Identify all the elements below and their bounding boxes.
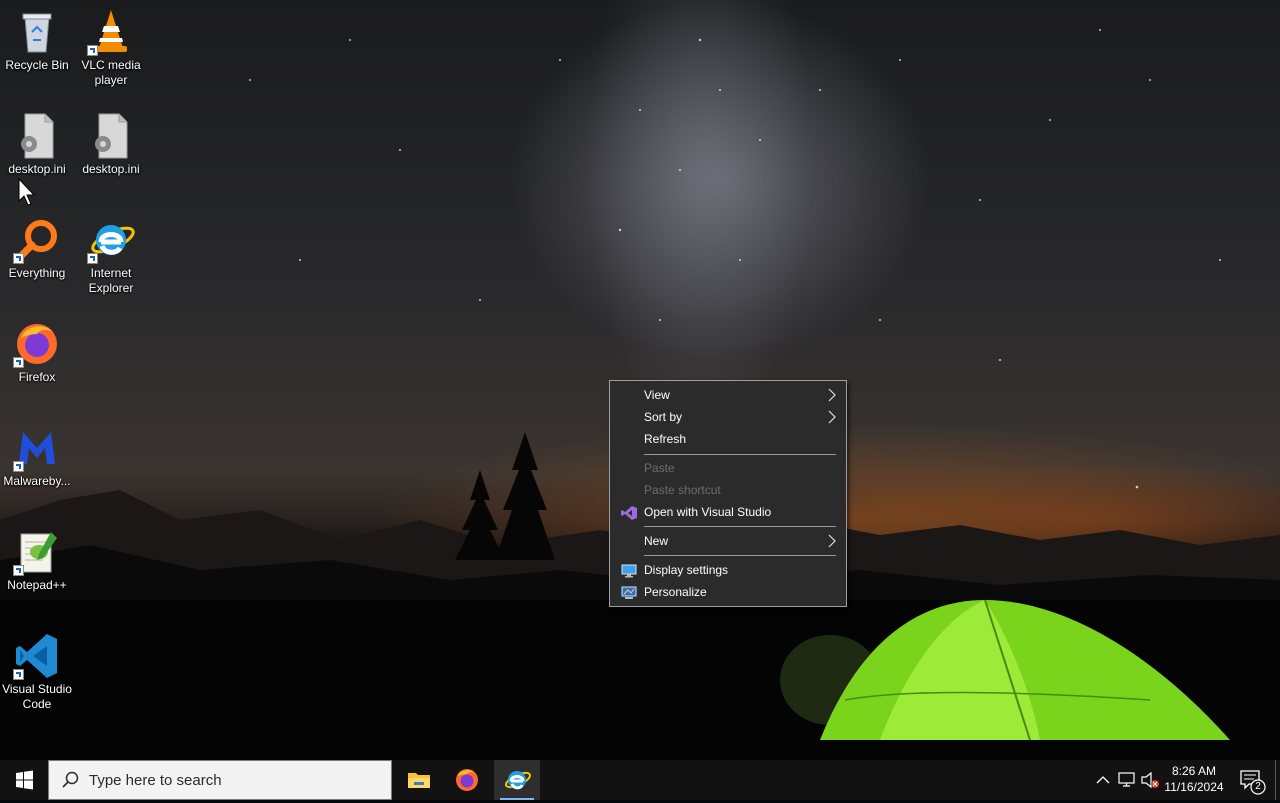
- network-status-button[interactable]: [1116, 760, 1138, 800]
- taskbar-search-box[interactable]: Type here to search: [48, 760, 392, 800]
- network-icon: [1118, 772, 1135, 787]
- notepadpp-icon: [13, 528, 61, 576]
- desktop-icon-label: desktop.ini: [8, 162, 66, 176]
- desktop-icon-malwarebytes[interactable]: Malwareby...: [0, 424, 74, 489]
- settings-file-icon: [87, 112, 135, 160]
- menu-item-refresh[interactable]: Refresh: [612, 428, 844, 450]
- shortcut-arrow-icon: [13, 357, 24, 368]
- desktop-icon-label: Notepad++: [7, 578, 67, 592]
- tray-overflow-button[interactable]: [1092, 760, 1114, 800]
- menu-item-label: Refresh: [644, 432, 687, 446]
- visual-studio-icon: [621, 505, 637, 520]
- menu-separator: [644, 454, 836, 455]
- taskbar-clock[interactable]: 8:26 AM 11/16/2024: [1160, 763, 1228, 795]
- action-center-button[interactable]: 2: [1232, 760, 1270, 800]
- menu-item-display-settings[interactable]: Display settings: [612, 559, 844, 581]
- menu-item-sort-by[interactable]: Sort by: [612, 406, 844, 428]
- recycle-bin-icon: [13, 8, 61, 56]
- menu-item-view[interactable]: View: [612, 384, 844, 406]
- notification-icon: [1240, 770, 1266, 795]
- menu-separator: [644, 526, 836, 527]
- volume-muted-icon: [1141, 771, 1159, 789]
- menu-item-label: Personalize: [644, 585, 707, 599]
- desktop-icon-label: Recycle Bin: [5, 58, 69, 72]
- desktop-icon-label: Visual Studio Code: [2, 682, 72, 711]
- menu-item-personalize[interactable]: Personalize: [612, 581, 844, 603]
- malwarebytes-icon: [13, 424, 61, 472]
- shortcut-arrow-icon: [13, 669, 24, 680]
- desktop-icon-label: VLC media player: [81, 58, 141, 87]
- desktop-icon-label: Firefox: [18, 370, 56, 384]
- menu-item-label: Sort by: [644, 410, 683, 424]
- menu-item-paste-shortcut[interactable]: Paste shortcut: [612, 479, 844, 501]
- taskbar: Type here to search 8:26 AM 11/16/2024 2: [0, 760, 1280, 800]
- desktop-icon-recycle-bin[interactable]: Recycle Bin: [0, 8, 74, 73]
- desktop-icon-firefox[interactable]: Firefox: [0, 320, 74, 385]
- desktop-context-menu: View Sort by Refresh Paste Paste shortcu…: [609, 380, 847, 607]
- menu-item-paste[interactable]: Paste: [612, 457, 844, 479]
- show-desktop-button[interactable]: [1275, 760, 1280, 800]
- desktop-icon-label: Everything: [8, 266, 66, 280]
- start-button[interactable]: [0, 760, 48, 800]
- menu-item-new[interactable]: New: [612, 530, 844, 552]
- menu-separator: [644, 555, 836, 556]
- shortcut-arrow-icon: [87, 253, 98, 264]
- volume-button[interactable]: [1139, 760, 1161, 800]
- vlc-icon: [87, 8, 135, 56]
- menu-item-open-with-visual-studio[interactable]: Open with Visual Studio: [612, 501, 844, 523]
- internet-explorer-icon: [505, 771, 531, 790]
- desktop-icon-label: Malwareby...: [3, 474, 71, 488]
- desktop-icon-everything[interactable]: Everything: [0, 216, 74, 281]
- notification-count-badge: 2: [1255, 781, 1261, 792]
- menu-item-label: Paste: [644, 461, 675, 475]
- shortcut-arrow-icon: [13, 565, 24, 576]
- display-icon: [621, 563, 637, 578]
- shortcut-arrow-icon: [13, 461, 24, 472]
- shortcut-arrow-icon: [87, 45, 98, 56]
- taskbar-firefox[interactable]: [444, 760, 490, 800]
- chevron-up-icon: [1096, 776, 1110, 784]
- file-explorer-icon: [408, 773, 430, 788]
- everything-search-icon: [13, 216, 61, 264]
- clock-time: 8:26 AM: [1171, 764, 1217, 778]
- desktop-icon-label: desktop.ini: [82, 162, 140, 176]
- mouse-cursor-icon: [18, 177, 36, 209]
- menu-item-label: New: [644, 534, 669, 548]
- shortcut-arrow-icon: [13, 253, 24, 264]
- search-icon: [61, 771, 79, 792]
- desktop-icon-label: Internet Explorer: [88, 266, 134, 295]
- internet-explorer-icon: [87, 216, 135, 264]
- search-placeholder: Type here to search: [89, 772, 222, 789]
- desktop-icon-vscode[interactable]: Visual Studio Code: [0, 632, 74, 712]
- menu-item-label: View: [644, 388, 670, 402]
- menu-item-label: Paste shortcut: [644, 483, 721, 497]
- desktop-icon-notepadpp[interactable]: Notepad++: [0, 528, 74, 593]
- firefox-icon: [456, 769, 478, 791]
- menu-item-label: Display settings: [644, 563, 729, 577]
- taskbar-internet-explorer[interactable]: [494, 760, 540, 800]
- personalize-icon: [621, 585, 637, 599]
- firefox-icon: [13, 320, 61, 368]
- windows-logo-icon: [16, 770, 33, 790]
- desktop-icon-vlc[interactable]: VLC media player: [74, 8, 148, 88]
- menu-item-label: Open with Visual Studio: [644, 505, 772, 519]
- desktop-icon-desktop-ini-2[interactable]: desktop.ini: [74, 112, 148, 177]
- clock-date: 11/16/2024: [1164, 780, 1224, 794]
- settings-file-icon: [13, 112, 61, 160]
- desktop-icon-desktop-ini-1[interactable]: desktop.ini: [0, 112, 74, 177]
- desktop-icon-internet-explorer[interactable]: Internet Explorer: [74, 216, 148, 296]
- vscode-icon: [13, 632, 61, 680]
- taskbar-file-explorer[interactable]: [396, 760, 442, 800]
